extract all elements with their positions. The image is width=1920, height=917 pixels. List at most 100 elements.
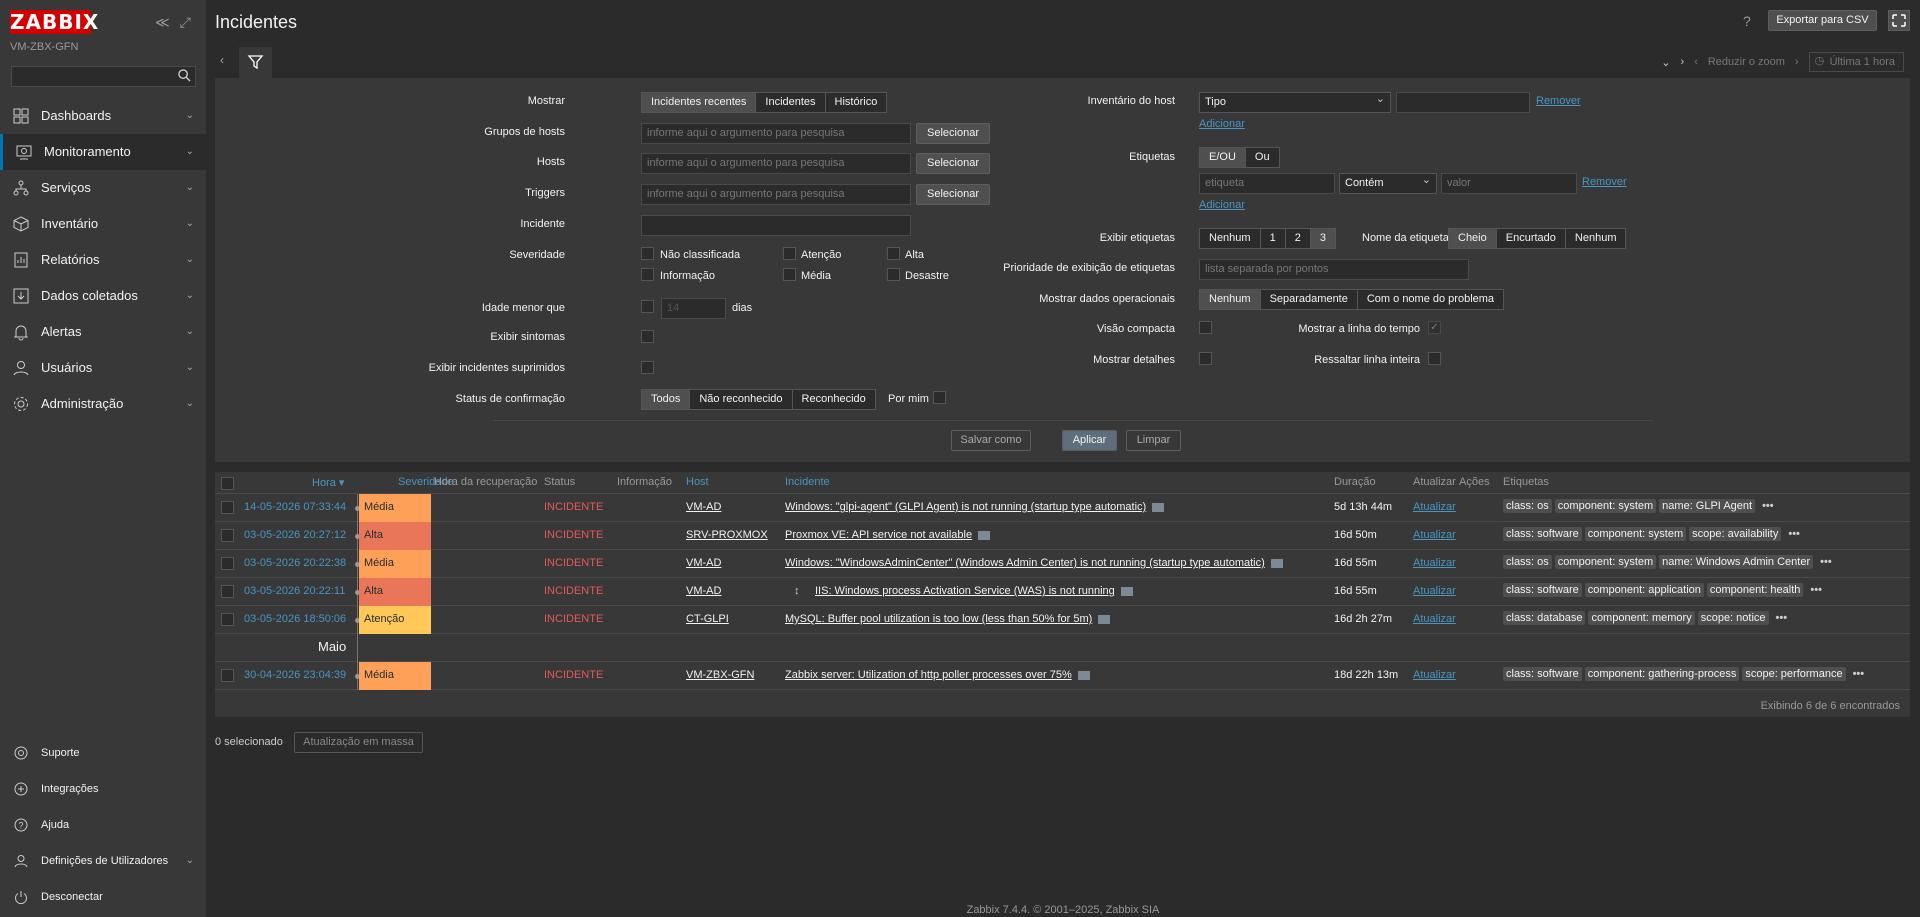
by-me-checkbox[interactable] xyxy=(933,391,946,404)
incident-input[interactable] xyxy=(641,215,911,236)
menu-item-dashboards[interactable]: Dashboards ⌄ xyxy=(0,98,206,134)
hosts-select-button[interactable]: Selecionar xyxy=(916,153,990,174)
tag-name-short-button[interactable]: Encurtado xyxy=(1496,228,1566,249)
ack-acked-button[interactable]: Reconhecido xyxy=(792,389,876,410)
row-status[interactable]: INCIDENTE xyxy=(544,585,603,597)
tag-name-none-button[interactable]: Nenhum xyxy=(1565,228,1627,249)
menu-item-user-settings[interactable]: Definições de Utilizadores ⌄ xyxy=(0,843,206,879)
menu-item-administration[interactable]: Administração ⌄ xyxy=(0,386,206,422)
save-as-button[interactable]: Salvar como xyxy=(951,430,1031,451)
row-checkbox[interactable] xyxy=(221,501,234,514)
opdata-separately-button[interactable]: Separadamente xyxy=(1260,289,1358,310)
more-tags-icon[interactable]: ••• xyxy=(1853,668,1865,680)
tag-badge[interactable]: class: software xyxy=(1503,527,1582,541)
comment-icon[interactable] xyxy=(1120,586,1133,596)
time-range-button[interactable]: ◷ Última 1 hora xyxy=(1808,52,1904,72)
select-all-checkbox[interactable] xyxy=(221,477,234,490)
filter-tab[interactable] xyxy=(239,47,272,78)
tag-badge[interactable]: class: software xyxy=(1503,667,1582,681)
more-tags-icon[interactable]: ••• xyxy=(1776,612,1788,624)
ack-all-button[interactable]: Todos xyxy=(641,389,691,410)
row-time[interactable]: 14-05-2026 07:33:44 xyxy=(244,501,346,513)
row-incident-link[interactable]: MySQL: Buffer pool utilization is too lo… xyxy=(785,613,1092,625)
show-tags-1-button[interactable]: 1 xyxy=(1260,228,1286,249)
more-tags-icon[interactable]: ••• xyxy=(1762,500,1774,512)
row-update-link[interactable]: Atualizar xyxy=(1413,557,1456,569)
severity-warning-checkbox[interactable] xyxy=(783,247,796,260)
search-icon[interactable] xyxy=(178,69,191,82)
tag-value-input[interactable]: valor xyxy=(1441,173,1577,194)
help-icon[interactable]: ? xyxy=(1743,13,1751,29)
hosts-input[interactable]: informe aqui o argumento para pesquisa xyxy=(641,153,911,174)
row-time[interactable]: 03-05-2026 20:22:38 xyxy=(244,557,346,569)
row-time[interactable]: 30-04-2026 23:04:39 xyxy=(244,669,346,681)
age-checkbox[interactable] xyxy=(641,300,654,313)
tag-badge[interactable]: component: health xyxy=(1706,583,1804,597)
show-details-checkbox[interactable] xyxy=(1199,352,1212,365)
row-update-link[interactable]: Atualizar xyxy=(1413,529,1456,541)
tag-badge[interactable]: name: GLPI Agent xyxy=(1659,499,1756,513)
row-host[interactable]: VM-AD xyxy=(686,557,721,569)
row-incident-link[interactable]: Proxmox VE: API service not available xyxy=(785,529,972,541)
row-incident-link[interactable]: Windows: "glpi-agent" (GLPI Agent) is no… xyxy=(785,501,1146,513)
tag-badge[interactable]: component: application xyxy=(1584,583,1704,597)
inventory-add-link[interactable]: Adicionar xyxy=(1199,118,1245,130)
mass-update-button[interactable]: Atualização em massa xyxy=(294,732,423,753)
age-input[interactable]: 14 xyxy=(661,298,726,319)
comment-icon[interactable] xyxy=(978,530,991,540)
row-checkbox[interactable] xyxy=(221,585,234,598)
symptoms-checkbox[interactable] xyxy=(641,330,654,343)
severity-average-checkbox[interactable] xyxy=(783,268,796,281)
host-groups-input[interactable]: informe aqui o argumento para pesquisa xyxy=(641,123,911,144)
row-status[interactable]: INCIDENTE xyxy=(544,557,603,569)
show-timeline-checkbox[interactable]: ✓ xyxy=(1428,321,1441,334)
menu-item-monitoring[interactable]: Monitoramento ⌄ xyxy=(0,134,206,170)
inventory-type-select[interactable]: Tipo xyxy=(1199,90,1391,113)
tab-prev-icon[interactable]: ‹ xyxy=(220,53,224,67)
row-checkbox[interactable] xyxy=(221,613,234,626)
row-status[interactable]: INCIDENTE xyxy=(544,669,603,681)
severity-high-checkbox[interactable] xyxy=(887,247,900,260)
header-time[interactable]: Hora ▾ xyxy=(312,476,344,489)
tag-badge[interactable]: component: system xyxy=(1554,555,1657,569)
row-time[interactable]: 03-05-2026 20:22:11 xyxy=(244,585,345,597)
row-incident-link[interactable]: Windows: "WindowsAdminCenter" (Windows A… xyxy=(785,557,1265,569)
row-time[interactable]: 03-05-2026 18:50:06 xyxy=(244,613,346,625)
tag-badge[interactable]: class: database xyxy=(1503,611,1586,625)
menu-item-help[interactable]: ? Ajuda xyxy=(0,807,206,843)
show-tags-2-button[interactable]: 2 xyxy=(1285,228,1311,249)
show-history-button[interactable]: Histórico xyxy=(825,92,888,113)
tag-badge[interactable]: class: os xyxy=(1503,499,1552,513)
row-host[interactable]: CT-GLPI xyxy=(686,613,729,625)
sidebar-search-input[interactable] xyxy=(11,66,196,87)
row-update-link[interactable]: Atualizar xyxy=(1413,585,1456,597)
triggers-select-button[interactable]: Selecionar xyxy=(916,184,990,205)
apply-button[interactable]: Aplicar xyxy=(1062,430,1117,451)
highlight-row-checkbox[interactable] xyxy=(1428,352,1441,365)
inventory-value-input[interactable] xyxy=(1396,92,1530,113)
more-tags-icon[interactable]: ••• xyxy=(1810,584,1822,596)
comment-icon[interactable] xyxy=(1077,670,1090,680)
tag-badge[interactable]: scope: performance xyxy=(1742,667,1846,681)
severity-information-checkbox[interactable] xyxy=(641,268,654,281)
row-incident-link[interactable]: Zabbix server: Utilization of http polle… xyxy=(785,669,1072,681)
triggers-input[interactable]: informe aqui o argumento para pesquisa xyxy=(641,184,911,205)
row-host[interactable]: VM-AD xyxy=(686,501,721,513)
tag-badge[interactable]: class: os xyxy=(1503,555,1552,569)
reset-button[interactable]: Limpar xyxy=(1126,430,1181,451)
host-groups-select-button[interactable]: Selecionar xyxy=(916,123,990,144)
tag-name-full-button[interactable]: Cheio xyxy=(1448,228,1497,249)
tags-or-button[interactable]: Ou xyxy=(1245,147,1280,168)
tag-badge[interactable]: scope: notice xyxy=(1697,611,1769,625)
row-status[interactable]: INCIDENTE xyxy=(544,501,603,513)
tag-badge[interactable]: scope: availability xyxy=(1689,527,1782,541)
row-host[interactable]: VM-AD xyxy=(686,585,721,597)
tags-and-or-button[interactable]: E/OU xyxy=(1199,147,1246,168)
tag-badge[interactable]: component: system xyxy=(1554,499,1657,513)
ack-unacked-button[interactable]: Não reconhecido xyxy=(690,389,793,410)
tag-badge[interactable]: component: system xyxy=(1584,527,1687,541)
menu-item-reports[interactable]: Relatórios ⌄ xyxy=(0,242,206,278)
severity-disaster-checkbox[interactable] xyxy=(887,268,900,281)
menu-item-inventory[interactable]: Inventário ⌄ xyxy=(0,206,206,242)
comment-icon[interactable] xyxy=(1098,614,1111,624)
